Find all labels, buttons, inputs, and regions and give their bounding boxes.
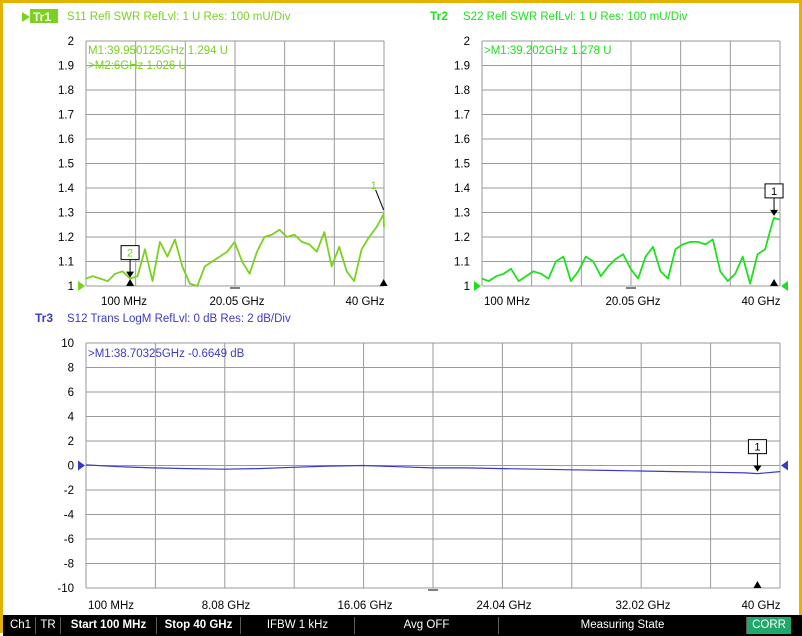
x-tick-label: 100 MHz bbox=[101, 296, 147, 308]
y-tick-label: 1.3 bbox=[454, 208, 470, 220]
y-tick-label: 2 bbox=[68, 436, 74, 448]
marker-label[interactable]: 1 bbox=[754, 442, 760, 454]
y-tick-label: 1.6 bbox=[454, 134, 470, 146]
x-tick-label: 100 MHz bbox=[484, 296, 530, 308]
marker-position-icon[interactable] bbox=[126, 279, 135, 286]
y-tick-label: 1.9 bbox=[454, 61, 470, 73]
reference-level-arrow-icon[interactable] bbox=[78, 281, 85, 291]
stop-frequency[interactable]: Stop 40 GHz bbox=[157, 617, 241, 634]
trace-1-header: S11 Refl SWR RefLvl: 1 U Res: 100 mU/Div bbox=[67, 11, 291, 23]
x-tick-label: 40 GHz bbox=[346, 296, 385, 308]
y-tick-label: 1.7 bbox=[58, 110, 74, 122]
y-tick-label: 1.3 bbox=[58, 208, 74, 220]
marker-arrow-icon[interactable] bbox=[753, 465, 762, 472]
marker-label[interactable]: 2 bbox=[127, 248, 133, 260]
trace-1-label[interactable]: Tr1 bbox=[33, 10, 51, 24]
y-tick-label: 1 bbox=[68, 281, 74, 293]
reference-level-arrow-icon[interactable] bbox=[78, 460, 85, 471]
trace-3-label[interactable]: Tr3 bbox=[35, 311, 53, 325]
x-tick-label: 20.05 GHz bbox=[606, 296, 661, 308]
y-tick-label: 1.9 bbox=[58, 61, 74, 73]
measuring-state: Measuring State bbox=[499, 617, 747, 634]
marker-position-icon[interactable] bbox=[770, 279, 779, 286]
y-tick-label: 1.4 bbox=[454, 183, 471, 195]
marker-readout: >M1:39.202GHz 1.278 U bbox=[484, 45, 612, 57]
marker-label[interactable]: 1 bbox=[771, 186, 777, 198]
y-tick-label: 1.7 bbox=[454, 110, 470, 122]
trace-2-panel: Tr2 S22 Refl SWR RefLvl: 1 U Res: 100 mU… bbox=[430, 9, 788, 308]
marker-leader-line bbox=[375, 189, 385, 211]
x-tick-label: 100 MHz bbox=[88, 600, 134, 612]
y-tick-label: 1.6 bbox=[58, 134, 74, 146]
y-tick-label: 1.4 bbox=[58, 183, 75, 195]
grid bbox=[481, 40, 781, 287]
y-tick-label: 1.1 bbox=[454, 257, 470, 269]
trace-1-panel: Tr1 S11 Refl SWR RefLvl: 1 U Res: 100 mU… bbox=[22, 9, 388, 308]
y-tick-label: 0 bbox=[68, 461, 74, 473]
ifbw-setting[interactable]: IFBW 1 kHz bbox=[241, 617, 355, 634]
y-tick-label: 1 bbox=[464, 281, 470, 293]
marker-readout: >M1:38.70325GHz -0.6649 dB bbox=[88, 348, 245, 360]
y-tick-label: -10 bbox=[57, 583, 74, 595]
y-tick-label: 1.8 bbox=[454, 85, 470, 97]
averaging-setting[interactable]: Avg OFF bbox=[355, 617, 499, 634]
x-tick-label: 40 GHz bbox=[742, 600, 781, 612]
marker-readout: >M2:6GHz 1.026 U bbox=[88, 60, 187, 72]
y-tick-label: 1.1 bbox=[58, 257, 74, 269]
start-frequency[interactable]: Start 100 MHz bbox=[61, 617, 157, 634]
y-tick-label: -8 bbox=[64, 559, 74, 571]
y-tick-label: 10 bbox=[61, 338, 74, 350]
trace-2-label[interactable]: Tr2 bbox=[430, 9, 448, 23]
x-tick-label: 32.02 GHz bbox=[616, 600, 671, 612]
reference-level-arrow-icon[interactable] bbox=[781, 460, 788, 471]
marker-position-icon[interactable] bbox=[379, 279, 388, 286]
x-tick-label: 16.06 GHz bbox=[338, 600, 393, 612]
y-tick-label: 1.5 bbox=[58, 159, 74, 171]
marker-label[interactable]: 1 bbox=[371, 180, 377, 192]
vna-display: Tr1 S11 Refl SWR RefLvl: 1 U Res: 100 mU… bbox=[0, 0, 802, 636]
x-tick-label: 24.04 GHz bbox=[477, 600, 532, 612]
grid bbox=[85, 342, 781, 589]
reference-level-arrow-icon[interactable] bbox=[781, 281, 788, 291]
y-tick-label: 1.2 bbox=[58, 232, 74, 244]
x-tick-label: 40 GHz bbox=[742, 296, 781, 308]
trace-plots: Tr1 S11 Refl SWR RefLvl: 1 U Res: 100 mU… bbox=[22, 9, 788, 612]
x-tick-label: 20.05 GHz bbox=[210, 296, 265, 308]
correction-indicator[interactable]: CORR bbox=[747, 617, 791, 634]
y-tick-label: 4 bbox=[68, 412, 75, 424]
reference-level-arrow-icon[interactable] bbox=[474, 281, 481, 291]
trace-mode-indicator[interactable]: TR bbox=[36, 617, 61, 634]
y-tick-label: 8 bbox=[68, 363, 74, 375]
marker-position-icon[interactable] bbox=[753, 581, 762, 588]
y-tick-label: 6 bbox=[68, 387, 74, 399]
y-tick-label: -2 bbox=[64, 485, 74, 497]
y-tick-label: 1.8 bbox=[58, 85, 74, 97]
trace-3-header: S12 Trans LogM RefLvl: 0 dB Res: 2 dB/Di… bbox=[67, 313, 291, 325]
trace-3-panel: Tr3 S12 Trans LogM RefLvl: 0 dB Res: 2 d… bbox=[35, 311, 788, 612]
y-tick-label: 2 bbox=[464, 36, 470, 48]
channel-indicator[interactable]: Ch1 bbox=[6, 617, 36, 634]
y-tick-label: 1.5 bbox=[454, 159, 470, 171]
y-tick-label: 1.2 bbox=[454, 232, 470, 244]
y-tick-label: -4 bbox=[64, 510, 75, 522]
y-tick-label: -6 bbox=[64, 534, 74, 546]
marker-readout: M1:39.950125GHz 1.294 U bbox=[88, 45, 228, 57]
y-tick-label: 2 bbox=[68, 36, 74, 48]
x-tick-label: 8.08 GHz bbox=[202, 600, 251, 612]
trace-1-active-arrow-icon[interactable] bbox=[22, 12, 30, 22]
trace-2-header: S22 Refl SWR RefLvl: 1 U Res: 100 mU/Div bbox=[463, 11, 688, 23]
